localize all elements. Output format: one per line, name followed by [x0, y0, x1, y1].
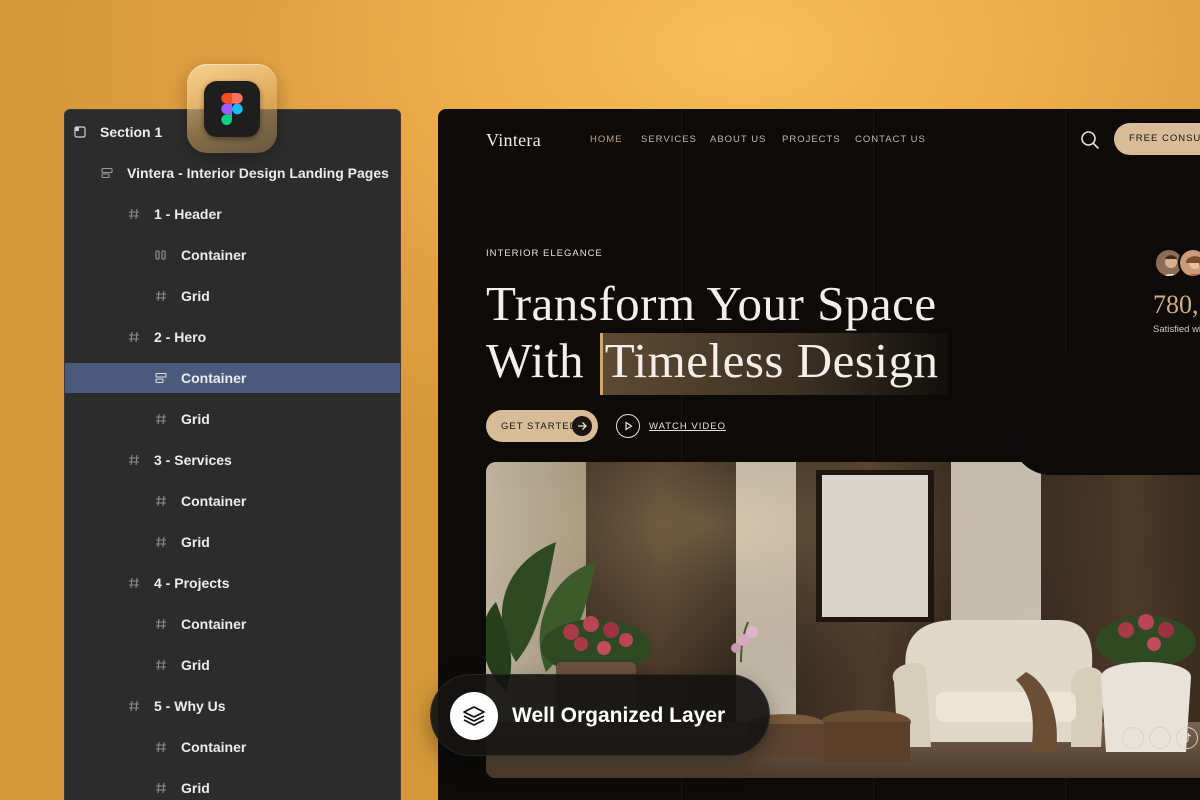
- layer-row[interactable]: 5 - Why Us: [65, 691, 400, 721]
- autolayout-vertical-icon: [153, 370, 169, 386]
- hero-headline-line2: With Timeless Design: [486, 332, 939, 389]
- layer-row[interactable]: Container: [65, 486, 400, 516]
- hash-icon: [153, 493, 169, 509]
- well-organized-layer-badge: Well Organized Layer: [430, 674, 770, 756]
- free-consultation-button[interactable]: FREE CONSULTATION: [1114, 123, 1200, 155]
- hash-icon: [126, 452, 142, 468]
- layer-row[interactable]: 1 - Header: [65, 199, 400, 229]
- layer-label: 5 - Why Us: [154, 698, 226, 714]
- figma-app-badge: [187, 64, 277, 153]
- layer-label: Grid: [181, 288, 210, 304]
- nav-home[interactable]: HOME: [590, 134, 623, 145]
- layer-row[interactable]: Grid: [65, 281, 400, 311]
- nav-services[interactable]: SERVICES: [641, 134, 697, 145]
- layer-row[interactable]: Container: [65, 609, 400, 639]
- headline-highlight-text: Timeless Design: [604, 333, 939, 388]
- get-started-button[interactable]: GET STARTED: [486, 410, 598, 442]
- layer-label: Grid: [181, 411, 210, 427]
- layer-row[interactable]: Grid: [65, 527, 400, 557]
- watch-video-link[interactable]: WATCH VIDEO: [649, 421, 726, 432]
- layer-row[interactable]: Grid: [65, 650, 400, 680]
- layer-row[interactable]: Grid: [65, 773, 400, 800]
- nav-about-us[interactable]: ABOUT US: [710, 134, 766, 145]
- stats-label: Satisfied wi: [1153, 324, 1200, 335]
- search-icon[interactable]: [1079, 129, 1101, 151]
- layer-row[interactable]: 2 - Hero: [65, 322, 400, 352]
- hash-icon: [126, 698, 142, 714]
- layer-label: 1 - Header: [154, 206, 222, 222]
- layer-label: Grid: [181, 780, 210, 796]
- layers-icon: [450, 692, 498, 740]
- tiktok-icon[interactable]: [1176, 727, 1198, 749]
- layer-label: Vintera - Interior Design Landing Pages: [127, 165, 389, 181]
- figma-logo-icon: [204, 80, 260, 137]
- layer-label: Container: [181, 739, 247, 755]
- section-icon: [72, 124, 88, 140]
- layer-label: 2 - Hero: [154, 329, 207, 345]
- nav-projects[interactable]: PROJECTS: [782, 134, 841, 145]
- get-started-label: GET STARTED: [501, 420, 578, 432]
- hash-icon: [153, 780, 169, 796]
- layer-row[interactable]: Container: [65, 363, 400, 393]
- layer-row[interactable]: Grid: [65, 404, 400, 434]
- headline-prefix: With: [486, 333, 585, 388]
- layer-row[interactable]: Container: [65, 240, 400, 270]
- hash-icon: [153, 288, 169, 304]
- hero-eyebrow: INTERIOR ELEGANCE: [486, 248, 603, 259]
- hash-icon: [153, 534, 169, 550]
- layer-label: Grid: [181, 534, 210, 550]
- layer-label: Container: [181, 370, 247, 386]
- layer-row[interactable]: Container: [65, 732, 400, 762]
- layer-row[interactable]: Vintera - Interior Design Landing Pages: [65, 158, 400, 188]
- hero-side-panel: [1011, 355, 1200, 475]
- x-icon[interactable]: [1149, 727, 1171, 749]
- site-logo[interactable]: Vintera: [486, 130, 541, 151]
- nav-contact-us[interactable]: CONTACT US: [855, 134, 926, 145]
- layers-panel: Section 1 Vintera - Interior Design Landi…: [64, 109, 401, 800]
- layer-label: Container: [181, 247, 247, 263]
- instagram-icon[interactable]: [1122, 727, 1144, 749]
- avatar: [1178, 248, 1200, 278]
- hash-icon: [153, 657, 169, 673]
- layer-label: Container: [181, 493, 247, 509]
- badge-label: Well Organized Layer: [512, 704, 726, 727]
- layer-label: Grid: [181, 657, 210, 673]
- hash-icon: [126, 575, 142, 591]
- hash-icon: [153, 616, 169, 632]
- play-icon[interactable]: [616, 414, 640, 438]
- autolayout-horizontal-icon: [153, 247, 169, 263]
- hero-headline-line1: Transform Your Space: [486, 276, 937, 331]
- arrow-right-icon: [572, 416, 592, 436]
- layer-label: 4 - Projects: [154, 575, 230, 591]
- stats-number: 780,: [1153, 290, 1199, 319]
- hash-icon: [153, 411, 169, 427]
- layer-row[interactable]: 4 - Projects: [65, 568, 400, 598]
- layer-label: Container: [181, 616, 247, 632]
- layer-label: 3 - Services: [154, 452, 232, 468]
- hash-icon: [126, 206, 142, 222]
- hash-icon: [153, 739, 169, 755]
- layer-label: Section 1: [100, 124, 163, 140]
- layer-row[interactable]: 3 - Services: [65, 445, 400, 475]
- hash-icon: [126, 329, 142, 345]
- frame-icon: [99, 165, 115, 181]
